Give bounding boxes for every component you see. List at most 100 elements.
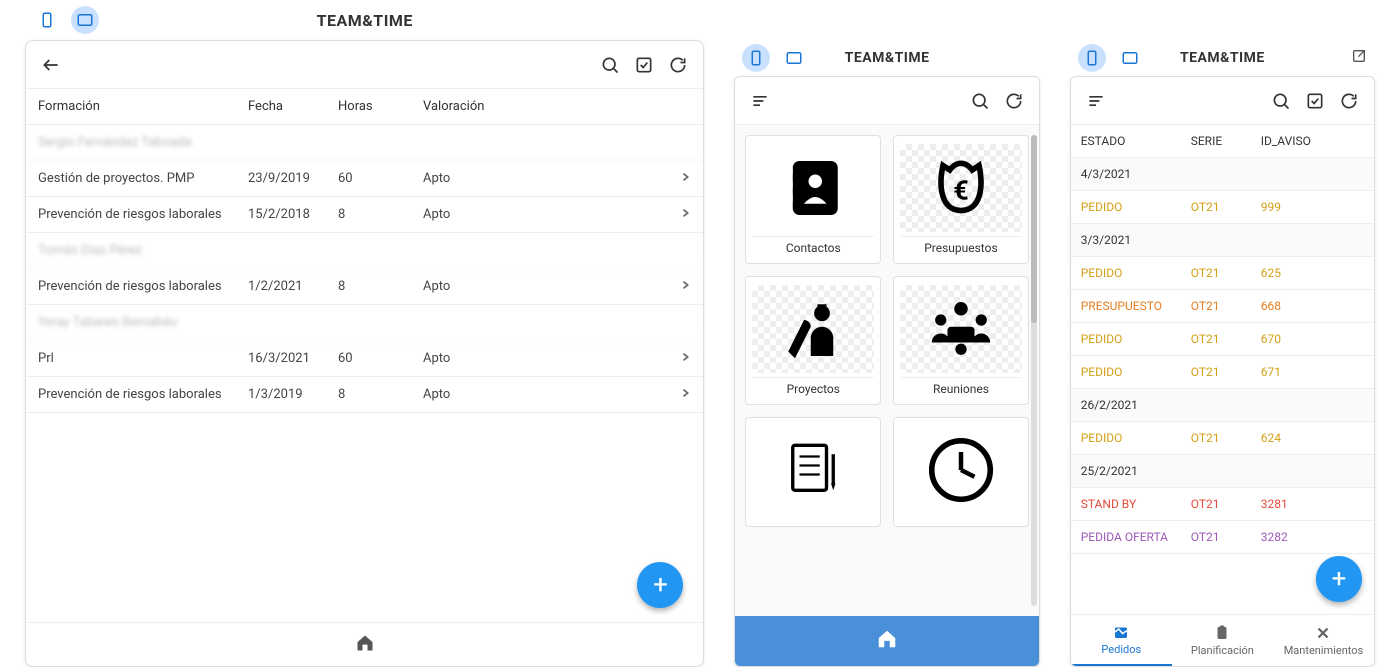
phone-view-toggle[interactable] [1078, 44, 1106, 72]
phone-view-toggle[interactable] [742, 44, 770, 72]
cell-formacion: Prevención de riesgos laborales [38, 387, 248, 402]
refresh-button[interactable] [1003, 90, 1025, 112]
table-row[interactable]: Prevención de riesgos laborales1/2/20218… [26, 269, 703, 305]
plus-icon: + [1332, 564, 1347, 594]
card-presupuestos[interactable]: € Presupuestos [893, 135, 1029, 264]
date-group-header: 25/2/2021 [1071, 455, 1374, 488]
cell-serie: OT21 [1191, 200, 1261, 214]
home-button[interactable] [355, 633, 375, 657]
refresh-button[interactable] [1338, 90, 1360, 112]
tab-label: Planificación [1191, 644, 1254, 657]
cell-estado: PEDIDO [1081, 332, 1191, 346]
app-title: TEAM&TIME [845, 50, 930, 66]
cell-fecha: 1/2/2021 [248, 279, 338, 294]
date-group-header: 3/3/2021 [1071, 224, 1374, 257]
cell-estado: PEDIDO [1081, 266, 1191, 280]
cell-serie: OT21 [1191, 431, 1261, 445]
app-title: TEAM&TIME [1180, 50, 1265, 66]
card-label: Contactos [752, 236, 874, 255]
table-row[interactable]: STAND BYOT213281 [1071, 488, 1374, 521]
search-icon [600, 55, 620, 75]
check-button[interactable] [1304, 90, 1326, 112]
phone-icon [747, 49, 765, 67]
refresh-icon [1339, 91, 1359, 111]
table-row[interactable]: Prevención de riesgos laborales15/2/2018… [26, 197, 703, 233]
chevron-right-icon [681, 207, 691, 222]
table-header: Formación Fecha Horas Valoración [26, 89, 703, 125]
col-id-aviso: ID_AVISO [1261, 134, 1364, 148]
date-group-header: 4/3/2021 [1071, 158, 1374, 191]
table-row[interactable]: PRESUPUESTOOT21668 [1071, 290, 1374, 323]
cell-estado: PRESUPUESTO [1081, 299, 1191, 313]
card-document[interactable] [745, 417, 881, 527]
tablet-icon [1121, 49, 1139, 67]
open-external-icon [1351, 48, 1367, 64]
home-icon [355, 633, 375, 653]
refresh-icon [668, 55, 688, 75]
device-toggle-bar: TEAM&TIME [1070, 40, 1375, 76]
budget-icon: € [900, 144, 1022, 232]
search-button[interactable] [969, 90, 991, 112]
svg-text:€: € [953, 174, 969, 206]
tablet-view-toggle[interactable] [780, 44, 808, 72]
table-row[interactable]: PEDIDOOT21999 [1071, 191, 1374, 224]
tab-pedidos[interactable]: Pedidos [1071, 615, 1172, 666]
document-icon [752, 426, 874, 514]
table-row[interactable]: Prevención de riesgos laborales1/3/20198… [26, 377, 703, 413]
tab-planificacion[interactable]: Planificación [1172, 615, 1273, 666]
table-row[interactable]: PEDIDOOT21625 [1071, 257, 1374, 290]
cell-id-aviso: 668 [1261, 299, 1364, 313]
cell-horas: 60 [338, 351, 423, 366]
table-row[interactable]: PEDIDA OFERTAOT213282 [1071, 521, 1374, 554]
col-horas: Horas [338, 99, 423, 114]
cell-fecha: 23/9/2019 [248, 171, 338, 186]
col-formacion: Formación [38, 99, 248, 114]
card-contactos[interactable]: Contactos [745, 135, 881, 264]
card-label: Presupuestos [900, 236, 1022, 255]
search-button[interactable] [599, 54, 621, 76]
menu-button[interactable] [1085, 90, 1107, 112]
cell-valoracion: Apto [423, 279, 661, 294]
cell-estado: PEDIDA OFERTA [1081, 530, 1191, 544]
cell-fecha: 16/3/2021 [248, 351, 338, 366]
cell-formacion: Prevención de riesgos laborales [38, 279, 248, 294]
tablet-view-toggle[interactable] [1116, 44, 1144, 72]
group-header: Yeray Tabares Bernabéu [26, 305, 703, 341]
card-proyectos[interactable]: Proyectos [745, 276, 881, 405]
table-row[interactable]: PEDIDOOT21670 [1071, 323, 1374, 356]
menu-sort-icon [750, 91, 770, 111]
menu-button[interactable] [749, 90, 771, 112]
check-button[interactable] [633, 54, 655, 76]
tablet-view-toggle[interactable] [71, 6, 99, 34]
home-button[interactable] [876, 628, 898, 654]
cell-valoracion: Apto [423, 171, 661, 186]
table-row[interactable]: Gestión de proyectos. PMP23/9/201960Apto [26, 161, 703, 197]
search-button[interactable] [1270, 90, 1292, 112]
open-external-button[interactable] [1351, 48, 1367, 68]
phone-view-toggle[interactable] [33, 6, 61, 34]
refresh-button[interactable] [667, 54, 689, 76]
tablet-icon [785, 49, 803, 67]
table-row[interactable]: PEDIDOOT21624 [1071, 422, 1374, 455]
back-button[interactable] [40, 54, 62, 76]
card-time[interactable] [893, 417, 1029, 527]
plus-icon: + [653, 570, 668, 600]
menu-sort-icon [1086, 91, 1106, 111]
table-row[interactable]: Prl16/3/202160Apto [26, 341, 703, 377]
cell-estado: PEDIDO [1081, 431, 1191, 445]
add-button[interactable]: + [1316, 556, 1362, 602]
tab-mantenimientos[interactable]: Mantenimientos [1273, 615, 1374, 666]
scrollbar[interactable] [1031, 135, 1037, 606]
bottom-bar [735, 616, 1038, 666]
check-square-icon [634, 55, 654, 75]
toolbar [26, 41, 703, 89]
cell-id-aviso: 671 [1261, 365, 1364, 379]
group-header: Tomás Díaz Pérez [26, 233, 703, 269]
cell-horas: 8 [338, 207, 423, 222]
toolbar [1071, 77, 1374, 125]
bottom-tabs: Pedidos Planificación Mantenimientos [1071, 614, 1374, 666]
table-row[interactable]: PEDIDOOT21671 [1071, 356, 1374, 389]
projects-icon [752, 285, 874, 373]
card-reuniones[interactable]: Reuniones [893, 276, 1029, 405]
chevron-right-icon [681, 351, 691, 366]
